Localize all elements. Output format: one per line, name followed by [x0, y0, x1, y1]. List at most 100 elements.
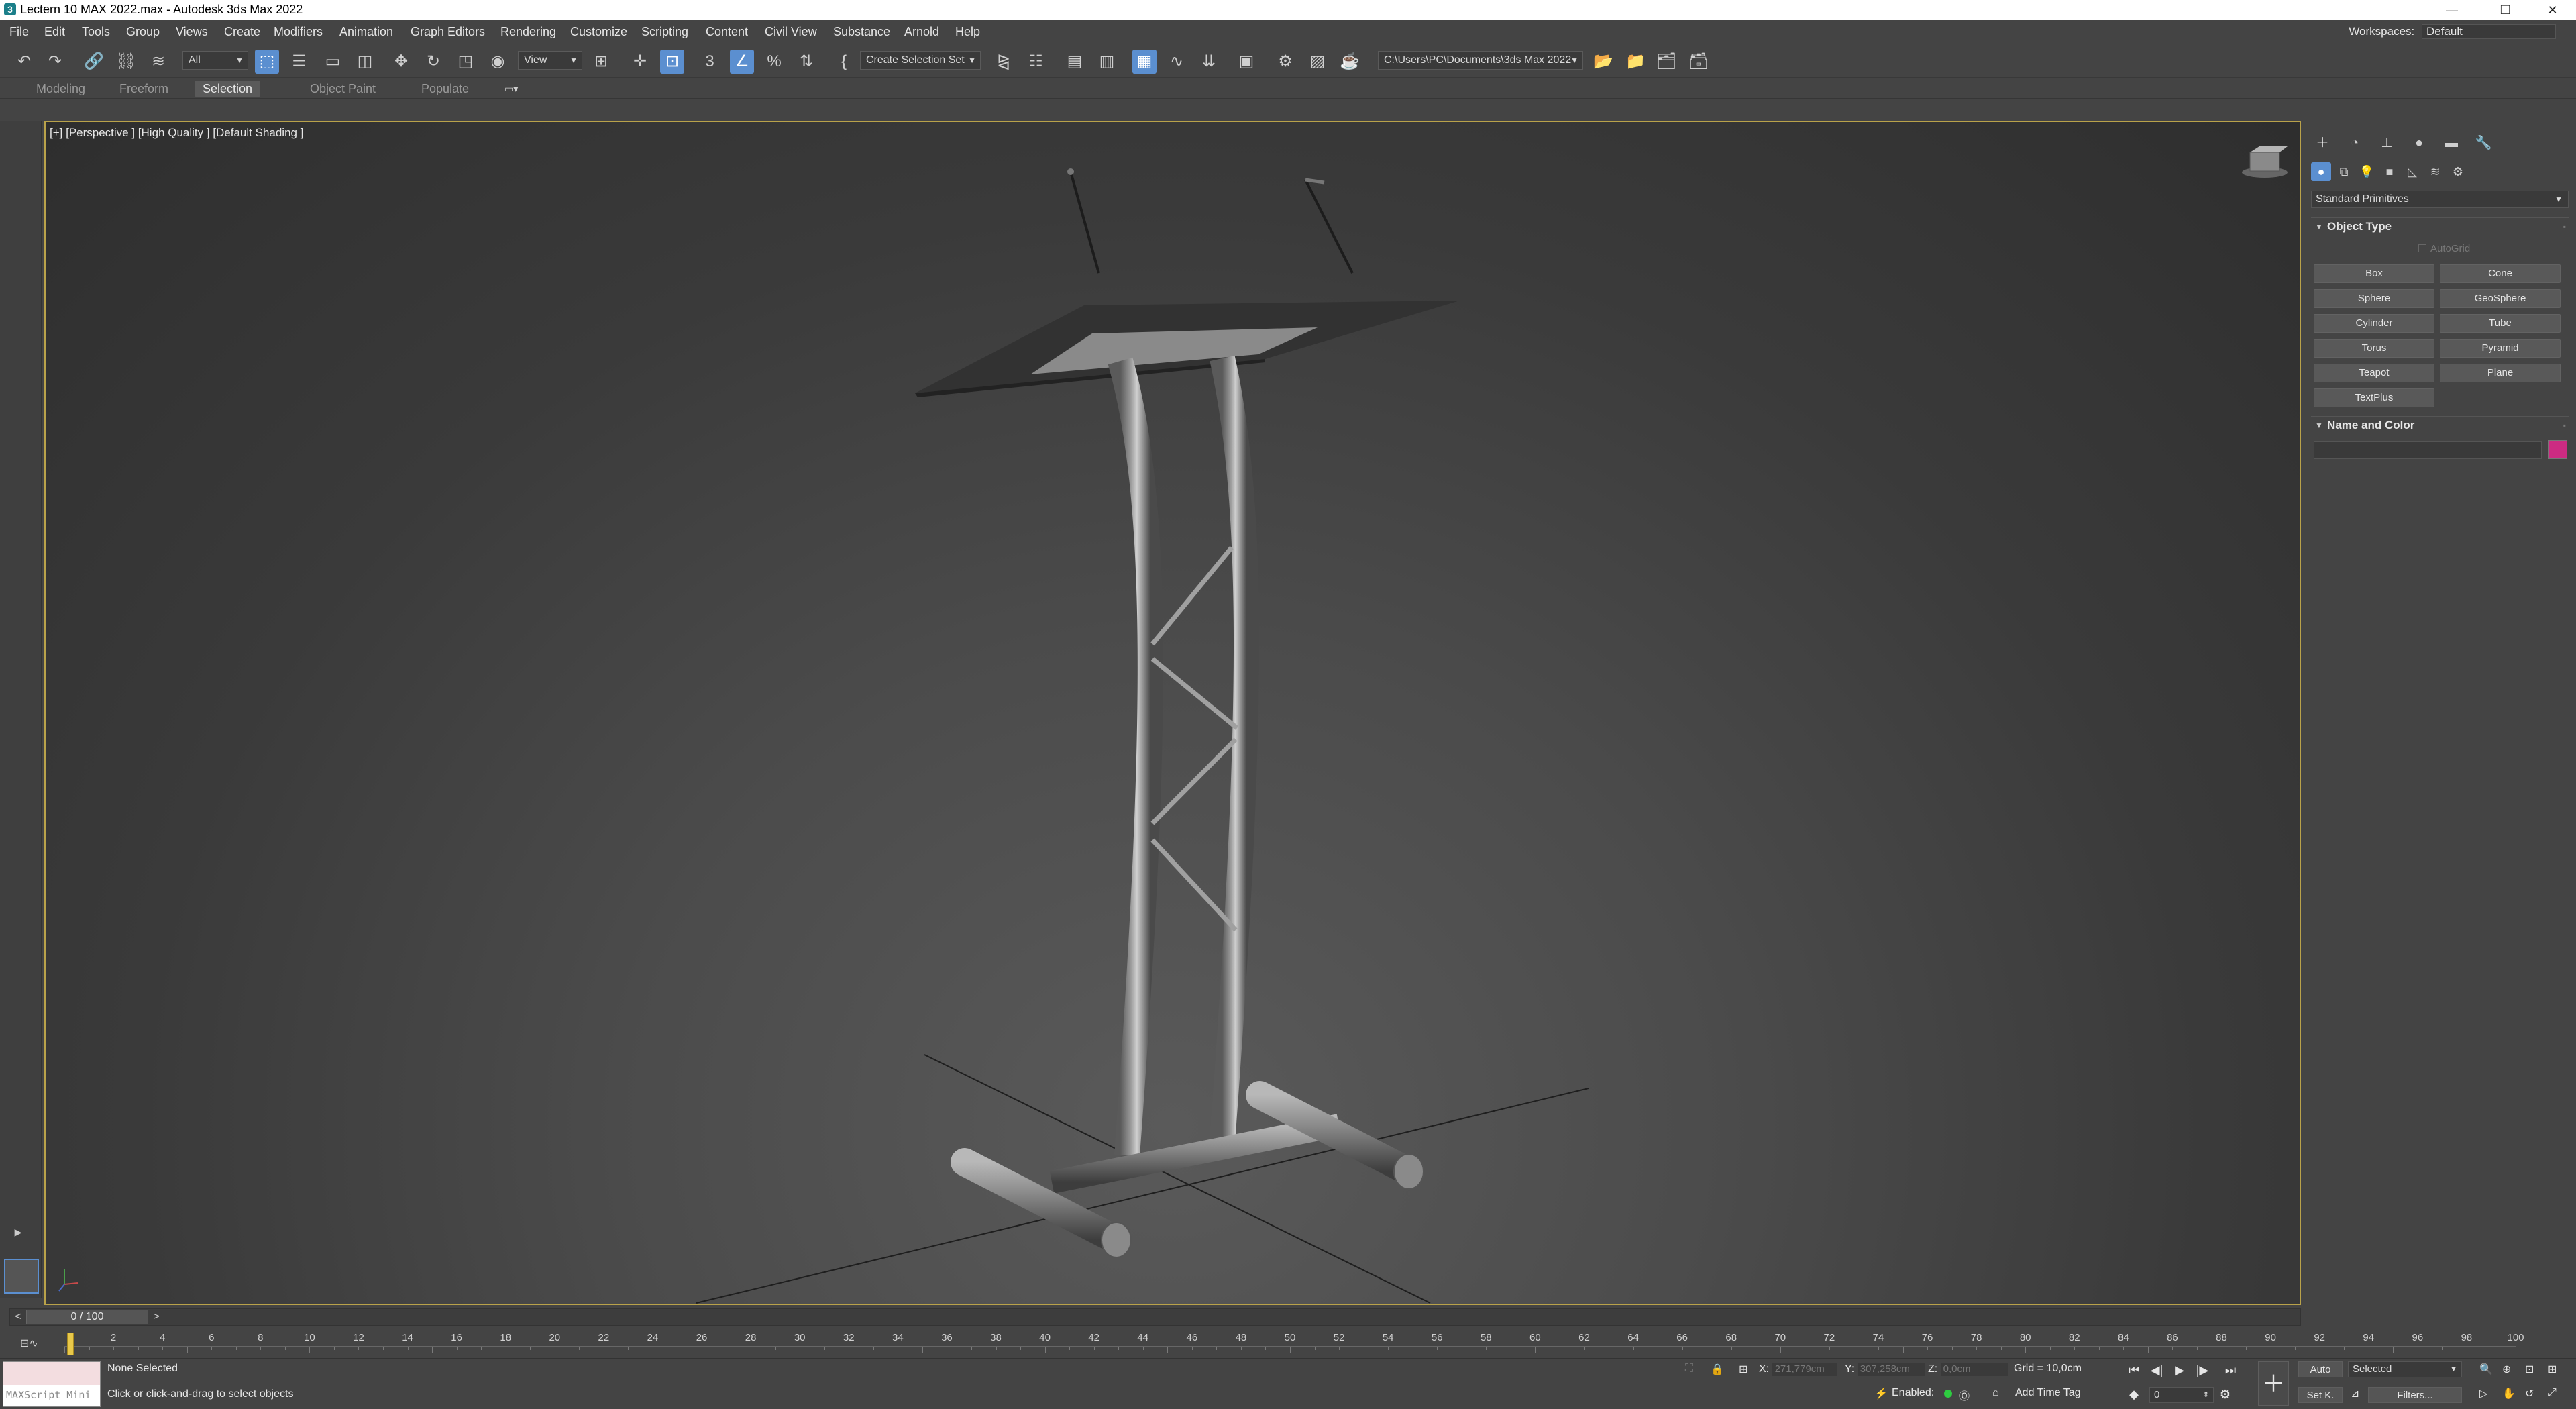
project-folder-icon[interactable]: 📁: [1623, 50, 1648, 74]
zoom-icon[interactable]: 🔍: [2479, 1363, 2493, 1376]
sphere-button[interactable]: Sphere: [2314, 289, 2434, 308]
previous-frame-icon[interactable]: <: [11, 1310, 25, 1324]
track-ruler[interactable]: 2 4 6 8 10 12 14 16 18 20 22 24 26 28 30 32 34 36 38 40 42 44…: [64, 1332, 2524, 1355]
keyboard-shortcut-override-icon[interactable]: ⊡: [660, 50, 684, 74]
ribbon-toggle-icon[interactable]: ▦: [1132, 50, 1157, 74]
viewport-layout-thumbnail[interactable]: [4, 1259, 39, 1294]
ribbon-tab-freeform[interactable]: Freeform: [111, 81, 176, 97]
redo-icon[interactable]: ↷: [43, 50, 67, 74]
absolute-mode-icon[interactable]: ⊞: [1739, 1363, 1748, 1376]
menu-substance[interactable]: Substance: [833, 25, 890, 39]
reference-coordinate-dropdown[interactable]: View ▼: [518, 51, 582, 70]
helpers-category-icon[interactable]: ◺: [2402, 162, 2422, 181]
select-manipulate-icon[interactable]: ✛: [628, 50, 652, 74]
torus-button[interactable]: Torus: [2314, 339, 2434, 358]
restore-button[interactable]: ❐: [2482, 0, 2529, 20]
time-tag-icon[interactable]: ⌂: [1992, 1387, 1999, 1399]
object-type-rollout-header[interactable]: ▼ Object Type ▪: [2311, 217, 2569, 235]
hierarchy-tab-icon[interactable]: ⊥: [2375, 133, 2398, 153]
space-warps-category-icon[interactable]: ≋: [2425, 162, 2445, 181]
autogrid-checkbox[interactable]: AutoGrid: [2418, 243, 2470, 254]
display-tab-icon[interactable]: ▬: [2440, 133, 2463, 153]
mirror-icon[interactable]: ⧎: [991, 50, 1016, 74]
motion-tab-icon[interactable]: ●: [2408, 133, 2430, 153]
project-folder-dropdown[interactable]: C:\Users\PC\Documents\3ds Max 2022 ▼: [1378, 51, 1583, 70]
track-bar[interactable]: ⊟∿ 2 4 6 8 10 12 14 16 18 20 22 24 26 28 30 32 34 36 38 40 4…: [0, 1327, 2576, 1358]
undo-icon[interactable]: ↶: [12, 50, 36, 74]
menu-rendering[interactable]: Rendering: [500, 25, 556, 39]
isolate-selection-icon[interactable]: ⛶: [1685, 1363, 1693, 1375]
ribbon-options-icon[interactable]: ▭▾: [496, 81, 526, 97]
z-value[interactable]: 0,0cm: [1940, 1363, 2008, 1376]
menu-help[interactable]: Help: [955, 25, 980, 39]
close-button[interactable]: ✕: [2529, 0, 2576, 20]
scene-explorer-icon[interactable]: ▤: [1063, 50, 1087, 74]
rotate-icon[interactable]: ↻: [421, 50, 445, 74]
menu-animation[interactable]: Animation: [339, 25, 393, 39]
play-icon[interactable]: ▶: [2171, 1361, 2188, 1379]
maxscript-output[interactable]: [3, 1362, 100, 1385]
z-coordinate[interactable]: Z: 0,0cm: [1928, 1363, 2008, 1376]
menu-graph-editors[interactable]: Graph Editors: [411, 25, 485, 39]
menu-content[interactable]: Content: [706, 25, 748, 39]
link-icon[interactable]: 🔗: [82, 50, 106, 74]
y-coordinate[interactable]: Y: 307,258cm: [1845, 1363, 1925, 1376]
zoom-extents-all-icon[interactable]: ⊞: [2548, 1363, 2557, 1376]
named-selection-set-dropdown[interactable]: Create Selection Set ▼: [860, 51, 981, 70]
expand-arrow-icon[interactable]: ▶: [11, 1224, 25, 1239]
menu-edit[interactable]: Edit: [44, 25, 65, 39]
keyboard-shortcut-toggle-icon[interactable]: Ⓞ: [1959, 1387, 1970, 1403]
textplus-button[interactable]: TextPlus: [2314, 388, 2434, 407]
zoom-extents-icon[interactable]: ⊡: [2525, 1363, 2534, 1376]
pyramid-button[interactable]: Pyramid: [2440, 339, 2561, 358]
minimize-button[interactable]: —: [2428, 0, 2475, 20]
systems-category-icon[interactable]: ⚙: [2448, 162, 2468, 181]
enabled-status-icon[interactable]: [1944, 1388, 1952, 1400]
x-value[interactable]: 271,779cm: [1772, 1363, 1837, 1376]
unlink-icon[interactable]: ⛓: [114, 50, 138, 74]
placement-icon[interactable]: ◉: [486, 50, 510, 74]
object-color-swatch[interactable]: [2548, 440, 2567, 459]
primitive-type-dropdown[interactable]: Standard Primitives ▼: [2311, 191, 2569, 208]
bind-space-warp-icon[interactable]: ≋: [146, 50, 170, 74]
layer-explorer-icon[interactable]: ▥: [1095, 50, 1119, 74]
window-crossing-icon[interactable]: ◫: [353, 50, 377, 74]
mini-curve-editor-icon[interactable]: ⊟∿: [20, 1337, 38, 1350]
curve-editor-icon[interactable]: ∿: [1165, 50, 1189, 74]
next-key-icon[interactable]: |▶: [2194, 1361, 2211, 1379]
lectern-model[interactable]: [915, 168, 1460, 1258]
menu-scripting[interactable]: Scripting: [641, 25, 688, 39]
open-explorer-icon[interactable]: 📂: [1591, 50, 1615, 74]
selection-filter-dropdown[interactable]: All ▼: [182, 51, 248, 70]
align-icon[interactable]: ☷: [1024, 50, 1048, 74]
render-setup-icon[interactable]: ⚙: [1273, 50, 1297, 74]
menu-arnold[interactable]: Arnold: [904, 25, 939, 39]
adaptive-degradation-icon[interactable]: ⚡: [1874, 1387, 1888, 1400]
set-key-button[interactable]: Set K.: [2298, 1387, 2343, 1403]
select-object-icon[interactable]: ⬚: [255, 50, 279, 74]
material-editor-icon[interactable]: ▣: [1234, 50, 1258, 74]
cameras-category-icon[interactable]: ■: [2379, 162, 2400, 181]
shapes-category-icon[interactable]: ⧉: [2334, 162, 2354, 181]
maximize-viewport-icon[interactable]: ⤢: [2548, 1387, 2557, 1399]
ribbon-tab-populate[interactable]: Populate: [413, 81, 477, 97]
select-by-name-icon[interactable]: ☰: [287, 50, 311, 74]
modify-tab-icon[interactable]: ◔: [2343, 133, 2366, 153]
teapot-button[interactable]: Teapot: [2314, 364, 2434, 382]
menu-create[interactable]: Create: [224, 25, 260, 39]
set-project-icon[interactable]: 🗂: [1654, 50, 1678, 74]
maxscript-listener[interactable]: MAXScript Mini: [3, 1361, 101, 1407]
x-coordinate[interactable]: X: 271,779cm: [1759, 1363, 1837, 1376]
spinner-snap-icon[interactable]: ⇅: [794, 50, 818, 74]
render-production-icon[interactable]: ☕: [1338, 50, 1362, 74]
perspective-viewport[interactable]: [+] [Perspective ] [High Quality ] [Defa…: [44, 121, 2301, 1305]
orbit-icon[interactable]: ↺: [2525, 1387, 2534, 1400]
schematic-view-icon[interactable]: ⇊: [1197, 50, 1221, 74]
edit-named-selection-icon[interactable]: {: [832, 50, 856, 74]
menu-file[interactable]: File: [9, 25, 29, 39]
workspaces-dropdown[interactable]: Default: [2422, 24, 2556, 39]
cylinder-button[interactable]: Cylinder: [2314, 314, 2434, 333]
lights-category-icon[interactable]: 💡: [2357, 162, 2377, 181]
auto-key-button[interactable]: Auto: [2298, 1361, 2343, 1377]
time-slider[interactable]: < 0 / 100 >: [9, 1308, 2301, 1326]
